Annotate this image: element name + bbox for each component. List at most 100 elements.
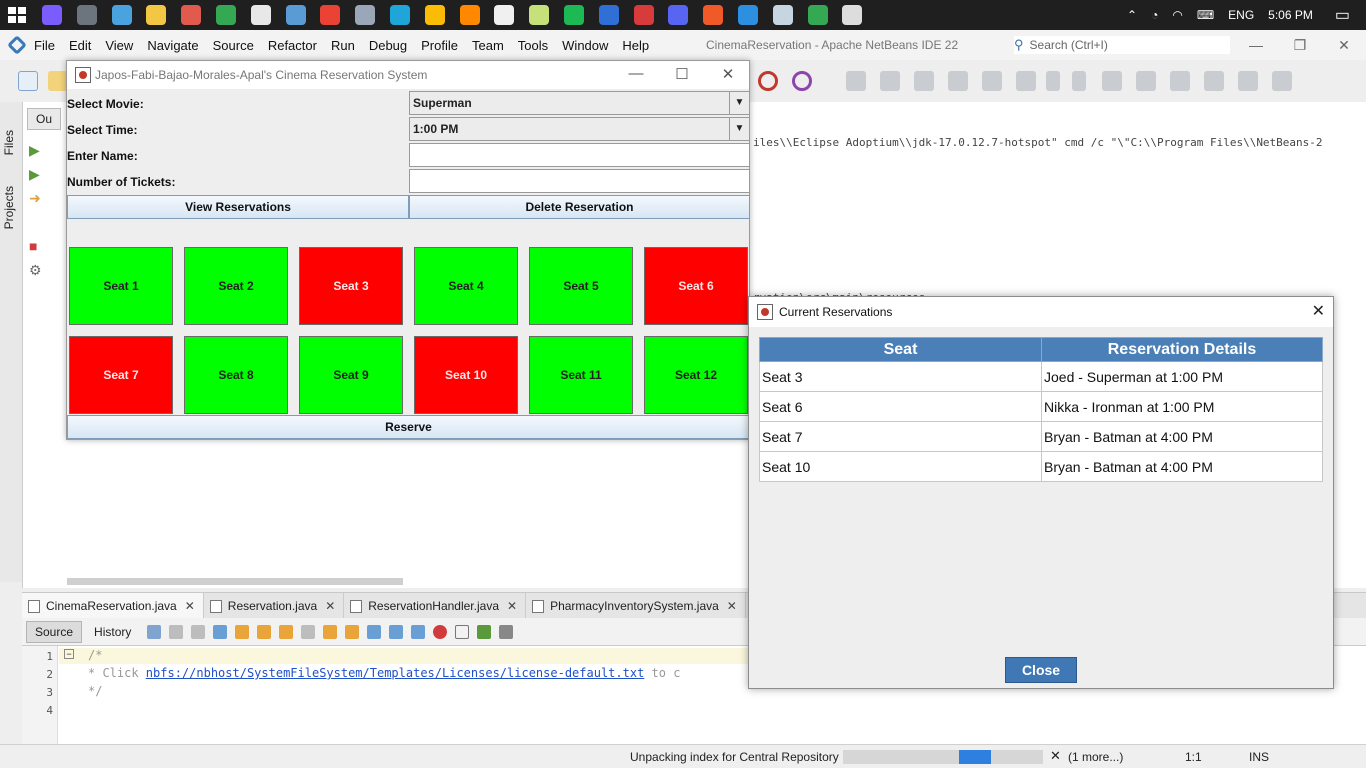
menu-refactor[interactable]: Refactor [268, 38, 317, 53]
dropdown-arrow-icon[interactable]: ▼ [729, 118, 749, 140]
app-icon[interactable] [355, 5, 376, 25]
github-icon[interactable] [494, 5, 515, 25]
maximize-icon[interactable]: ☐ [667, 65, 697, 83]
seat-button[interactable]: Seat 7 [69, 336, 173, 414]
dialog-titlebar[interactable]: Current Reservations ✕ [749, 297, 1333, 327]
table-row[interactable]: Seat 6 Nikka - Ironman at 1:00 PM [759, 391, 1323, 422]
previous-bookmark-icon[interactable] [323, 624, 338, 639]
output-tab[interactable]: Ou [27, 108, 62, 130]
toolbar-icon[interactable] [1072, 71, 1086, 91]
table-row[interactable]: Seat 10 Bryan - Batman at 4:00 PM [759, 451, 1323, 482]
seat-button[interactable]: Seat 1 [69, 247, 173, 325]
menu-help[interactable]: Help [622, 38, 649, 53]
tickets-input[interactable] [409, 169, 750, 193]
shift-right-icon[interactable] [411, 624, 426, 639]
toolbar-icon[interactable] [1102, 71, 1122, 91]
seat-cell[interactable]: Seat 10 [759, 451, 1042, 482]
seat-button[interactable]: Seat 5 [529, 247, 633, 325]
menu-run[interactable]: Run [331, 38, 355, 53]
fold-icon[interactable]: − [64, 649, 74, 659]
close-tab-icon[interactable]: ✕ [325, 599, 335, 613]
windows-start-icon[interactable] [8, 7, 26, 23]
close-tab-icon[interactable]: ✕ [507, 599, 517, 613]
app-icon[interactable] [181, 5, 202, 25]
close-icon[interactable]: ✕ [1322, 30, 1366, 60]
minimize-icon[interactable]: — [1234, 30, 1278, 60]
chrome-icon[interactable] [807, 5, 828, 25]
run-icon[interactable]: ▶ [29, 166, 40, 183]
stop-macro-icon[interactable] [455, 624, 470, 639]
find-icon[interactable] [213, 624, 228, 639]
menu-team[interactable]: Team [472, 38, 504, 53]
toggle-selection-icon[interactable] [301, 624, 316, 639]
horizontal-scrollbar[interactable] [67, 578, 403, 585]
editor-tab-pharmacyinventorysystem[interactable]: PharmacyInventorySystem.java ✕ [526, 593, 746, 619]
toolbar-icon[interactable] [1136, 71, 1156, 91]
back-icon[interactable] [147, 624, 162, 639]
toolbar-icon[interactable] [846, 71, 866, 91]
calculator-icon[interactable] [76, 5, 97, 25]
seat-button[interactable]: Seat 3 [299, 247, 403, 325]
toolbar-icon[interactable] [1170, 71, 1190, 91]
seat-button[interactable]: Seat 11 [529, 336, 633, 414]
find-next-icon[interactable] [257, 624, 272, 639]
comment-icon[interactable] [477, 624, 492, 639]
network-icon[interactable]: ◔ [1151, 8, 1158, 22]
edge-icon[interactable] [389, 5, 410, 25]
discord-icon[interactable] [668, 5, 689, 25]
seat-button[interactable]: Seat 10 [414, 336, 518, 414]
toolbar-icon[interactable] [982, 71, 1002, 91]
cancel-task-icon[interactable]: ✕ [1050, 748, 1061, 764]
chevron-up-icon[interactable]: ⌃ [1127, 8, 1137, 22]
toolbar-icon[interactable] [191, 624, 206, 639]
seat-cell[interactable]: Seat 6 [759, 391, 1042, 422]
vscode-icon[interactable] [737, 5, 758, 25]
settings-icon[interactable]: ⚙ [29, 262, 42, 279]
toolbar-icon[interactable] [914, 71, 934, 91]
shift-left-icon[interactable] [389, 624, 404, 639]
record-macro-icon[interactable] [433, 624, 448, 639]
restore-icon[interactable]: ❐ [1278, 30, 1322, 60]
history-view-button[interactable]: History [86, 622, 139, 642]
delete-reservation-button[interactable]: Delete Reservation [409, 195, 750, 219]
dropdown-arrow-icon[interactable]: ▼ [729, 92, 749, 114]
spotify-icon[interactable] [563, 5, 584, 25]
close-button[interactable]: Close [1005, 657, 1077, 683]
reserve-button[interactable]: Reserve [67, 415, 750, 439]
app-icon[interactable] [842, 5, 863, 25]
menu-view[interactable]: View [105, 38, 133, 53]
side-tab-projects[interactable]: Projects [2, 186, 16, 229]
app-icon[interactable] [703, 5, 724, 25]
toolbar-icon[interactable] [1016, 71, 1036, 91]
seat-cell[interactable]: Seat 3 [759, 361, 1042, 392]
menu-source[interactable]: Source [213, 38, 254, 53]
close-tab-icon[interactable]: ✕ [727, 599, 737, 613]
seat-button[interactable]: Seat 6 [644, 247, 748, 325]
wifi-icon[interactable]: ◠ [1172, 8, 1182, 22]
toolbar-icon[interactable] [1046, 71, 1060, 91]
seat-button[interactable]: Seat 9 [299, 336, 403, 414]
source-view-button[interactable]: Source [26, 620, 83, 643]
uncomment-icon[interactable] [499, 624, 514, 639]
seat-button[interactable]: Seat 2 [184, 247, 288, 325]
table-row[interactable]: Seat 3 Joed - Superman at 1:00 PM [759, 361, 1323, 392]
menu-profile[interactable]: Profile [421, 38, 458, 53]
license-link[interactable]: nbfs://nbhost/SystemFileSystem/Templates… [146, 666, 645, 680]
next-bookmark-icon[interactable] [345, 624, 360, 639]
editor-tab-reservationhandler[interactable]: ReservationHandler.java ✕ [344, 593, 527, 619]
keyboard-icon[interactable]: ⌨ [1197, 8, 1214, 22]
language-indicator[interactable]: ENG [1228, 8, 1254, 22]
toggle-highlight-icon[interactable] [279, 624, 294, 639]
toolbar-icon[interactable] [880, 71, 900, 91]
chrome-icon[interactable] [424, 5, 445, 25]
close-icon[interactable]: ✕ [713, 65, 743, 83]
rerun-icon[interactable]: ➜ [29, 190, 41, 207]
movie-select[interactable]: Superman ▼ [409, 91, 750, 115]
file-icon[interactable] [250, 5, 271, 25]
steam-icon[interactable] [772, 5, 793, 25]
toggle-bookmark-icon[interactable] [367, 624, 382, 639]
notes-icon[interactable] [285, 5, 306, 25]
seat-button[interactable]: Seat 8 [184, 336, 288, 414]
app-icon[interactable] [529, 5, 550, 25]
app-icon[interactable] [111, 5, 132, 25]
